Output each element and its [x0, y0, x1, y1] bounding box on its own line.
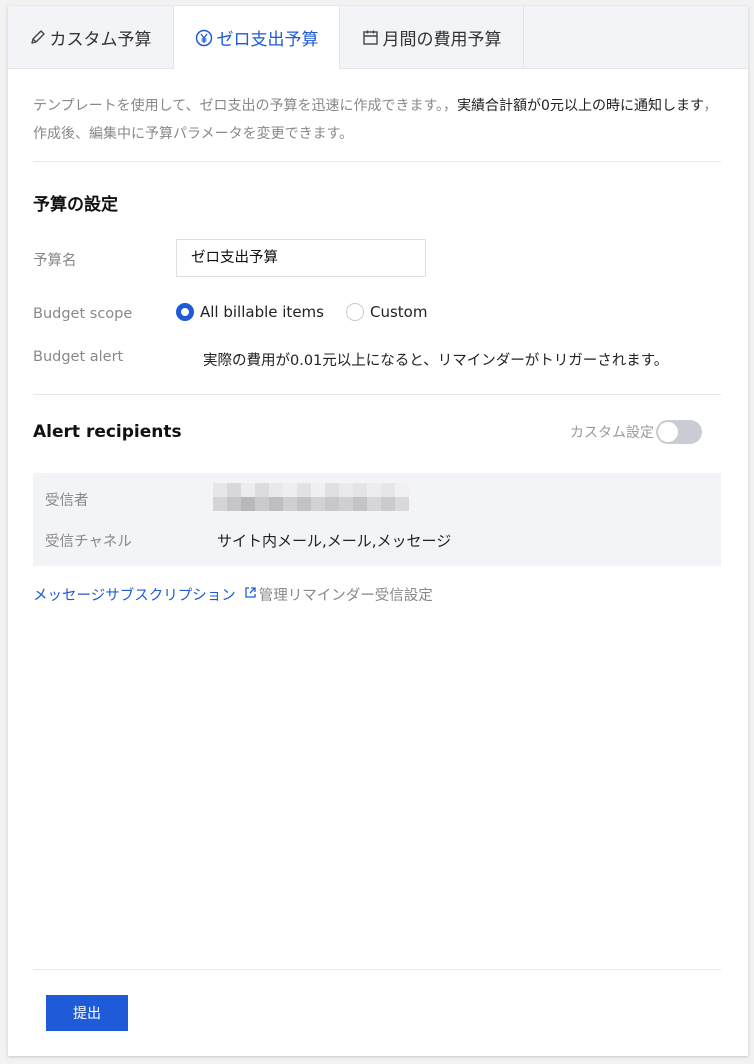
description-highlight: 実績合計額が0元以上の時に通知します	[457, 98, 704, 114]
calendar-icon	[362, 29, 379, 46]
divider	[33, 161, 721, 162]
divider	[33, 394, 721, 395]
budget-scope-label: Budget scope	[33, 306, 133, 322]
pencil-icon	[30, 29, 46, 45]
radio-label: All billable items	[200, 303, 324, 321]
template-description: テンプレートを使用して、ゼロ支出の予算を迅速に作成できます。，実績合計額が0元以…	[33, 92, 723, 148]
channel-value: サイト内メール,メール,メッセージ	[217, 532, 452, 550]
footer-divider	[33, 969, 721, 970]
tab-label: カスタム予算	[49, 29, 152, 50]
budget-alert-label: Budget alert	[33, 349, 124, 365]
channel-label: 受信チャネル	[45, 534, 132, 550]
radio-custom[interactable]: Custom	[345, 303, 428, 321]
budget-scope-radio-group: All billable items Custom	[176, 303, 427, 321]
budget-name-input[interactable]: ゼロ支出予算	[176, 239, 426, 277]
budget-type-tabs: カスタム予算 ゼロ支出予算 月間の費用予算	[8, 6, 748, 69]
budget-settings-title: 予算の設定	[33, 195, 118, 215]
message-subscription-link[interactable]: メッセージサブスクリプション	[33, 584, 236, 605]
alert-recipients-title: Alert recipients	[33, 422, 182, 442]
toggle-knob	[658, 422, 678, 442]
recipient-links: メッセージサブスクリプション 管理リマインダー受信設定	[33, 584, 433, 605]
custom-setting-label: カスタム設定	[570, 425, 654, 441]
description-text: テンプレートを使用して、ゼロ支出の予算を迅速に作成できます。，	[33, 98, 458, 114]
external-link-icon	[244, 586, 257, 603]
radio-checked-icon	[176, 303, 194, 321]
recipient-value-blurred	[213, 483, 409, 511]
recipient-label: 受信者	[45, 493, 89, 509]
custom-setting-control: カスタム設定	[570, 420, 702, 444]
radio-unchecked-icon	[345, 303, 364, 321]
tab-zero-spend-budget[interactable]: ゼロ支出予算	[174, 6, 340, 69]
radio-label: Custom	[369, 303, 428, 321]
yen-icon	[195, 29, 213, 47]
tab-label: ゼロ支出予算	[216, 30, 319, 50]
budget-panel: カスタム予算 ゼロ支出予算 月間の費用予算 テンプレートを使用して、ゼロ支出の予…	[8, 6, 748, 1056]
recipients-info-box: 受信者 受信チャネル サイト内メール,メール,メッセージ	[33, 473, 721, 566]
radio-all-billable-items[interactable]: All billable items	[176, 303, 324, 321]
manage-reminder-label: 管理リマインダー受信設定	[258, 588, 433, 604]
custom-setting-toggle[interactable]	[656, 420, 702, 444]
manage-reminder-link[interactable]: 管理リマインダー受信設定	[244, 584, 433, 605]
submit-button[interactable]: 提出	[46, 995, 128, 1031]
tab-label: 月間の費用予算	[382, 29, 502, 50]
tab-monthly-budget[interactable]: 月間の費用予算	[340, 6, 524, 68]
tab-custom-budget[interactable]: カスタム予算	[8, 6, 174, 68]
budget-name-label: 予算名	[33, 253, 77, 269]
budget-alert-text: 実際の費用が0.01元以上になると、リマインダーがトリガーされます。	[203, 353, 669, 369]
